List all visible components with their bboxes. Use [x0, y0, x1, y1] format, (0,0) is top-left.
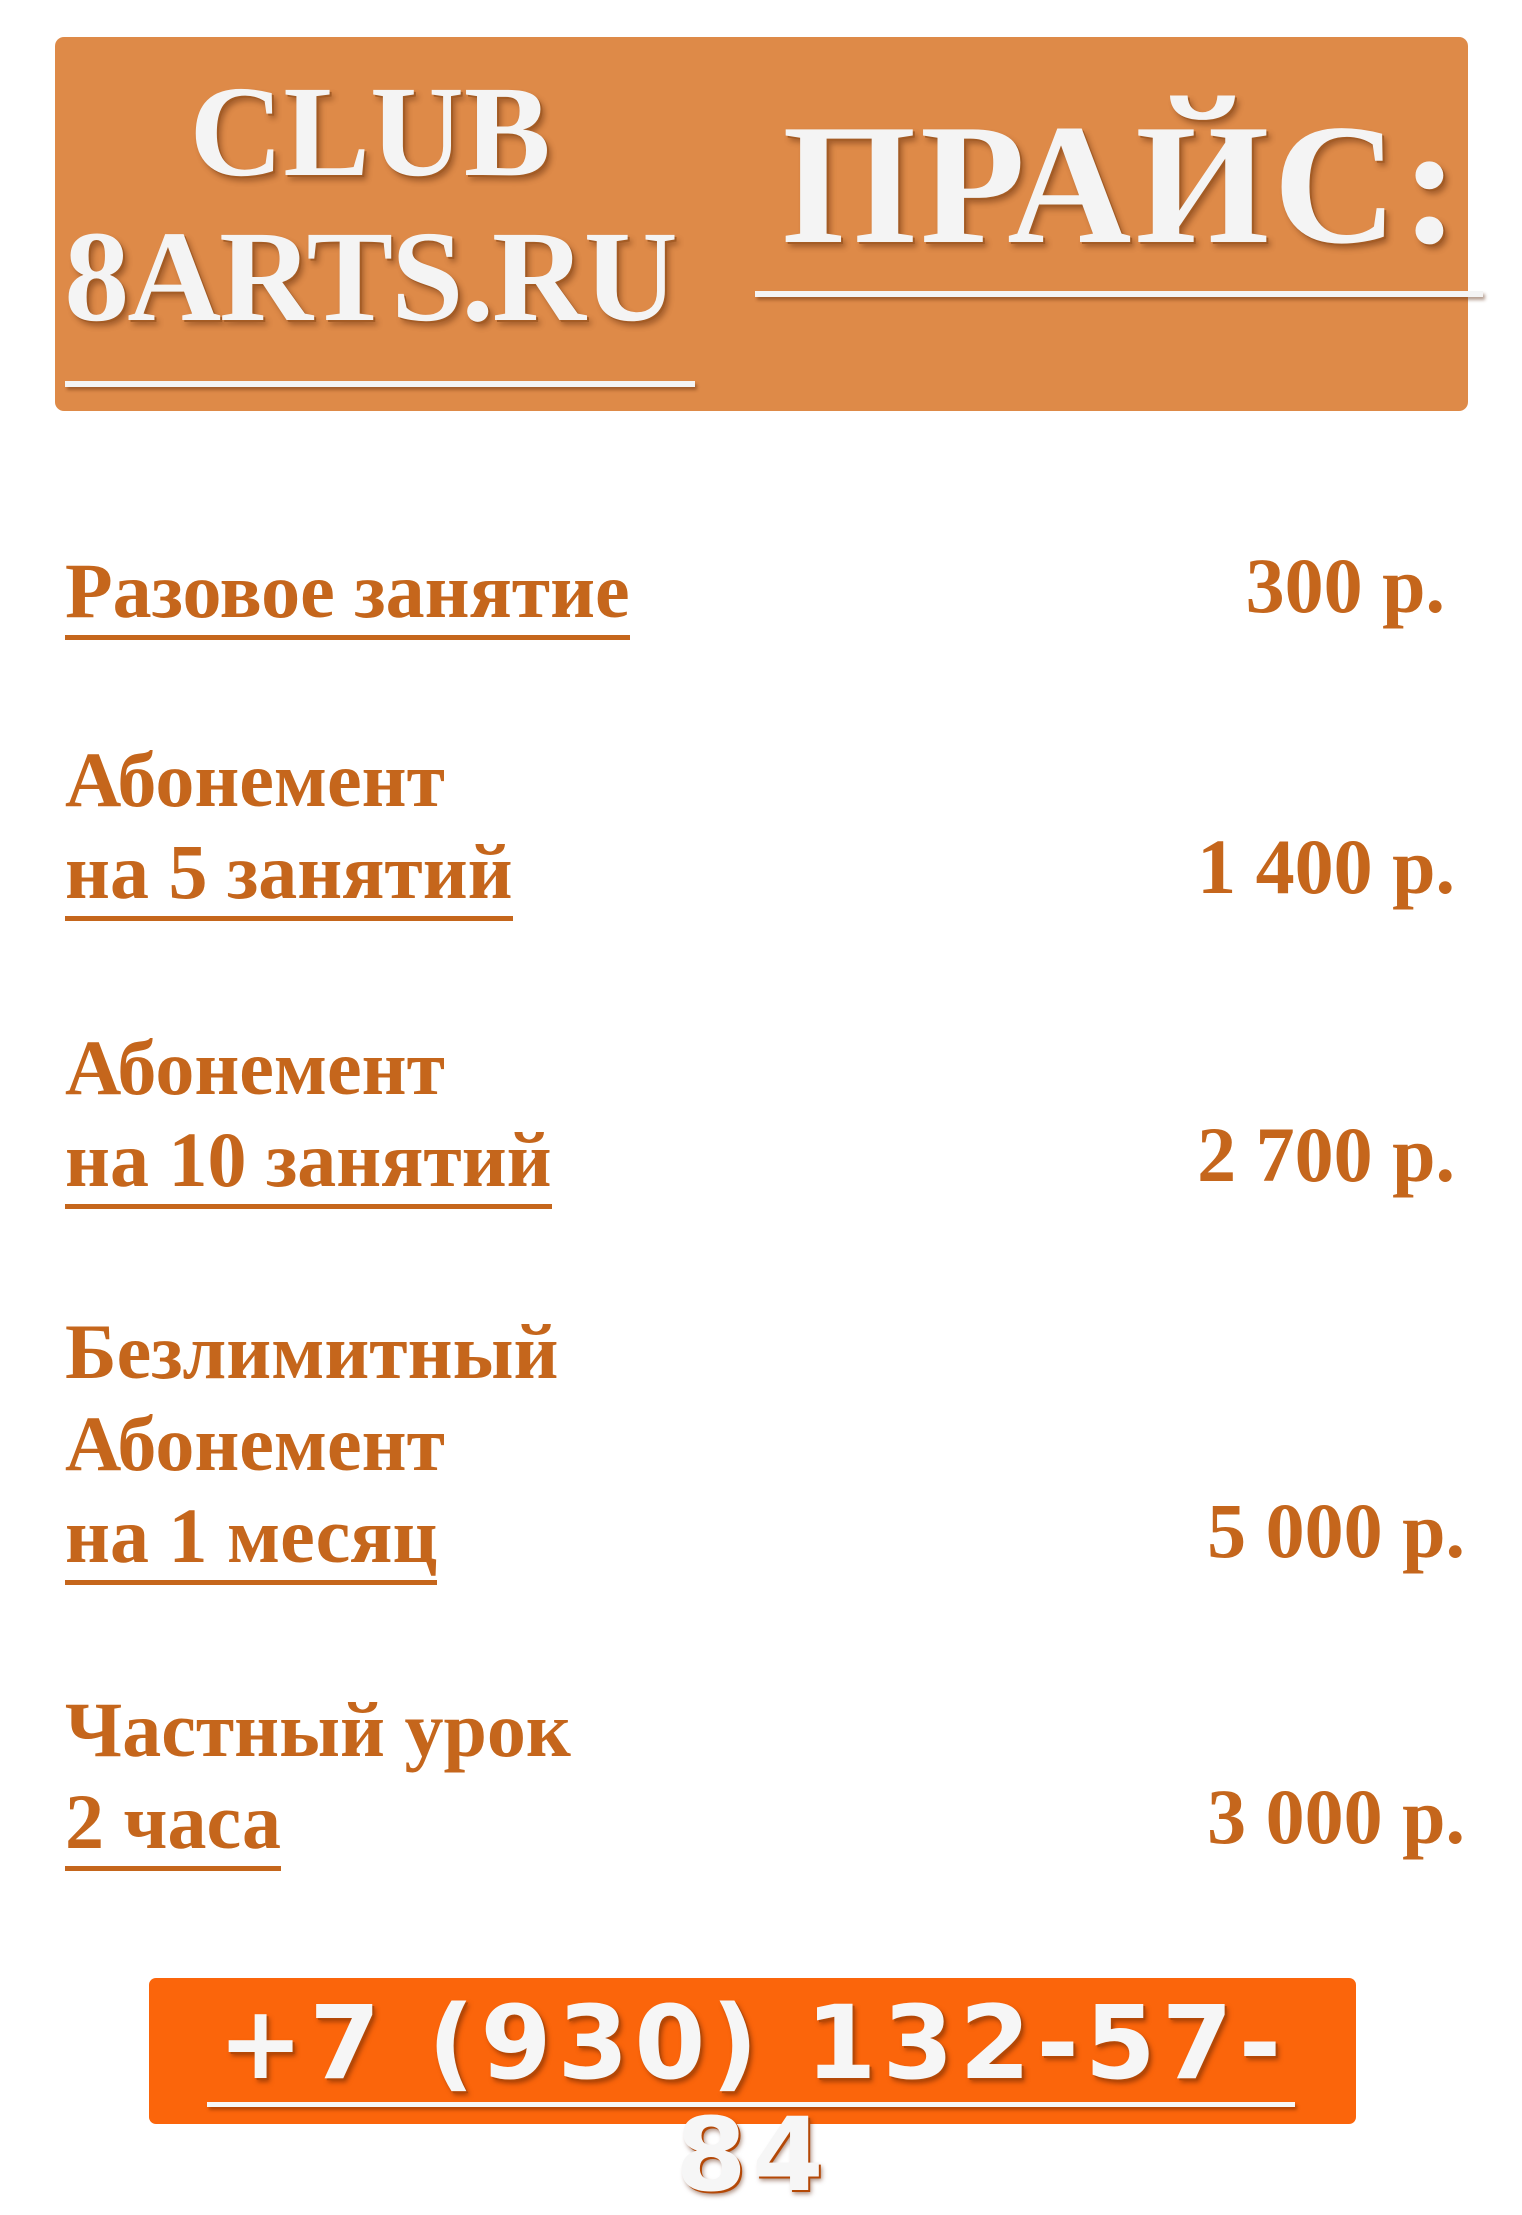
- price-item-name-line: 2 часа: [65, 1780, 282, 1871]
- phone-underline: [207, 2102, 1295, 2107]
- price-item-name-line: Абонемент: [65, 1024, 445, 1111]
- phone-number: +7 (930) 132-57-84: [217, 1984, 1288, 2215]
- price-title: ПРАЙС:: [782, 90, 1463, 280]
- price-item-private-lesson: Частный урок 2 часа 3 000 р.: [65, 1684, 1465, 1871]
- price-item-name-line: Безлимитный: [65, 1308, 559, 1395]
- price-item-name-line: на 10 занятий: [65, 1118, 552, 1209]
- price-item-name-line: Абонемент: [65, 736, 445, 823]
- price-item-name-line: Абонемент: [65, 1400, 445, 1487]
- phone-banner: +7 (930) 132-57-84: [149, 1978, 1356, 2212]
- price-item-name-line: на 5 занятий: [65, 830, 513, 921]
- price-item-10-classes: Абонемент на 10 занятий 2 700 р.: [65, 1022, 1465, 1209]
- club-name-line-1: CLUB: [189, 60, 551, 204]
- price-item-single-class: Разовое занятие 300 р.: [65, 542, 1465, 640]
- price-title-underline: [755, 291, 1483, 297]
- price-item-value: 5 000 р.: [1207, 1487, 1465, 1574]
- price-item-value: 1 400 р.: [1197, 823, 1455, 910]
- price-item-name-line: на 1 месяц: [65, 1494, 438, 1585]
- club-name-line-2: 8ARTS.RU: [64, 205, 677, 349]
- price-item-name-line: Частный урок: [65, 1686, 571, 1773]
- club-name-underline: [65, 381, 695, 387]
- price-item-value: 2 700 р.: [1197, 1111, 1455, 1198]
- price-item-name-line: Разовое занятие: [65, 549, 630, 640]
- price-item-value: 3 000 р.: [1207, 1773, 1465, 1860]
- price-item-value: 300 р.: [1245, 542, 1445, 629]
- header-banner: CLUB 8ARTS.RU ПРАЙС:: [55, 37, 1483, 411]
- price-item-5-classes: Абонемент на 5 занятий 1 400 р.: [65, 734, 1465, 921]
- price-item-unlimited-month: Безлимитный Абонемент на 1 месяц 5 000 р…: [65, 1306, 1465, 1585]
